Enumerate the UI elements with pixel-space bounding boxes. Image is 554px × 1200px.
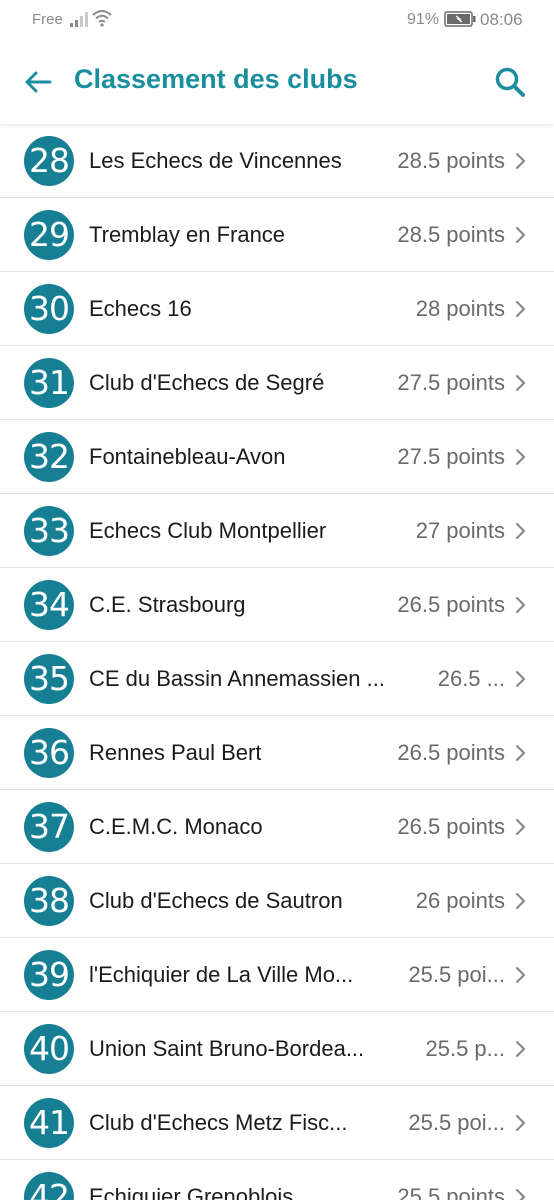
club-name: C.E. Strasbourg	[89, 592, 246, 617]
chevron-right-icon	[515, 1114, 526, 1132]
club-points: 27.5 points	[397, 444, 505, 469]
club-points: 25.5 poi...	[408, 962, 505, 987]
club-name: Les Echecs de Vincennes	[89, 148, 342, 173]
screen: Free 91% 08:06 Classement des clubs 28 L…	[0, 0, 554, 1200]
search-icon	[495, 67, 525, 97]
chevron-right-icon	[515, 744, 526, 762]
club-points: 26.5 ...	[437, 666, 505, 691]
back-button[interactable]	[18, 62, 58, 102]
club-points: 27.5 points	[397, 370, 505, 395]
chevron-right-icon	[515, 818, 526, 836]
club-name: Echecs 16	[89, 296, 192, 321]
club-row[interactable]: 30 Echecs 16 28 points	[0, 272, 554, 346]
chevron-right-icon	[515, 1188, 526, 1200]
club-row[interactable]: 29 Tremblay en France 28.5 points	[0, 198, 554, 272]
club-points: 25.5 poi...	[408, 1110, 505, 1135]
club-points: 28.5 points	[397, 148, 505, 173]
club-row[interactable]: 39 l'Echiquier de La Ville Mo... 25.5 poi.…	[0, 938, 554, 1012]
clock: 08:06	[480, 10, 523, 29]
club-name: Echiquier Grenoblois	[89, 1184, 294, 1200]
club-name: Club d'Echecs de Sautron	[89, 888, 343, 913]
rank-badge: 36	[24, 728, 74, 778]
club-points: 28.5 points	[397, 222, 505, 247]
club-row[interactable]: 38 Club d'Echecs de Sautron 26 points	[0, 864, 554, 938]
club-name: Echecs Club Montpellier	[89, 518, 327, 543]
rank-badge: 39	[24, 950, 74, 1000]
rank-badge: 42	[24, 1172, 74, 1200]
club-name: C.E.M.C. Monaco	[89, 814, 263, 839]
club-row[interactable]: 33 Echecs Club Montpellier 27 points	[0, 494, 554, 568]
status-bar: Free 91% 08:06	[0, 0, 554, 40]
chevron-right-icon	[515, 670, 526, 688]
carrier-label: Free	[32, 11, 63, 28]
rank-badge: 29	[24, 210, 74, 260]
club-row[interactable]: 32 Fontainebleau-Avon 27.5 points	[0, 420, 554, 494]
club-points: 26.5 points	[397, 740, 505, 765]
rank-badge: 33	[24, 506, 74, 556]
arrow-left-icon	[25, 71, 52, 93]
club-row[interactable]: 34 C.E. Strasbourg 26.5 points	[0, 568, 554, 642]
club-points: 26.5 points	[397, 814, 505, 839]
club-name: Fontainebleau-Avon	[89, 444, 286, 469]
club-points: 27 points	[415, 518, 505, 543]
rank-badge: 34	[24, 580, 74, 630]
club-points: 25.5 points	[397, 1184, 505, 1200]
club-name: Club d'Echecs Metz Fisc...	[89, 1110, 348, 1135]
chevron-right-icon	[515, 596, 526, 614]
club-row[interactable]: 36 Rennes Paul Bert 26.5 points	[0, 716, 554, 790]
chevron-right-icon	[515, 300, 526, 318]
club-row[interactable]: 40 Union Saint Bruno-Bordea... 25.5 p...	[0, 1012, 554, 1086]
battery-percentage: 91%	[407, 11, 440, 28]
page-title: Classement des clubs	[74, 64, 358, 94]
club-points: 25.5 p...	[425, 1036, 505, 1061]
club-name: l'Echiquier de La Ville Mo...	[89, 962, 354, 987]
club-points: 28 points	[415, 296, 505, 321]
club-row[interactable]: 35 CE du Bassin Annemassien ... 26.5 ...	[0, 642, 554, 716]
club-row[interactable]: 37 C.E.M.C. Monaco 26.5 points	[0, 790, 554, 864]
rank-badge: 40	[24, 1024, 74, 1074]
rank-badge: 38	[24, 876, 74, 926]
club-row[interactable]: 28 Les Echecs de Vincennes 28.5 points	[0, 124, 554, 198]
signal-icon	[70, 12, 88, 27]
club-name: Tremblay en France	[89, 222, 286, 247]
club-name: CE du Bassin Annemassien ...	[89, 666, 385, 691]
app-bar: Classement des clubs	[0, 40, 554, 124]
club-row[interactable]: 31 Club d'Echecs de Segré 27.5 points	[0, 346, 554, 420]
search-button[interactable]	[490, 62, 530, 102]
club-points: 26 points	[415, 888, 505, 913]
battery-icon	[444, 11, 476, 27]
chevron-right-icon	[515, 522, 526, 540]
rank-badge: 41	[24, 1098, 74, 1148]
rank-badge: 28	[24, 136, 74, 186]
club-name: Union Saint Bruno-Bordea...	[89, 1036, 365, 1061]
club-name: Rennes Paul Bert	[89, 740, 262, 765]
chevron-right-icon	[515, 226, 526, 244]
chevron-right-icon	[515, 1040, 526, 1058]
club-list: 28 Les Echecs de Vincennes 28.5 points 29 Tr…	[0, 124, 554, 1200]
chevron-right-icon	[515, 374, 526, 392]
wifi-icon	[92, 10, 112, 27]
chevron-right-icon	[515, 152, 526, 170]
rank-badge: 37	[24, 802, 74, 852]
rank-badge: 31	[24, 358, 74, 408]
rank-badge: 30	[24, 284, 74, 334]
chevron-right-icon	[515, 966, 526, 984]
club-points: 26.5 points	[397, 592, 505, 617]
club-row[interactable]: 41 Club d'Echecs Metz Fisc... 25.5 poi...	[0, 1086, 554, 1160]
club-name: Club d'Echecs de Segré	[89, 370, 325, 395]
chevron-right-icon	[515, 448, 526, 466]
rank-badge: 35	[24, 654, 74, 704]
club-row[interactable]: 42 Echiquier Grenoblois 25.5 points	[0, 1160, 554, 1200]
rank-badge: 32	[24, 432, 74, 482]
chevron-right-icon	[515, 892, 526, 910]
